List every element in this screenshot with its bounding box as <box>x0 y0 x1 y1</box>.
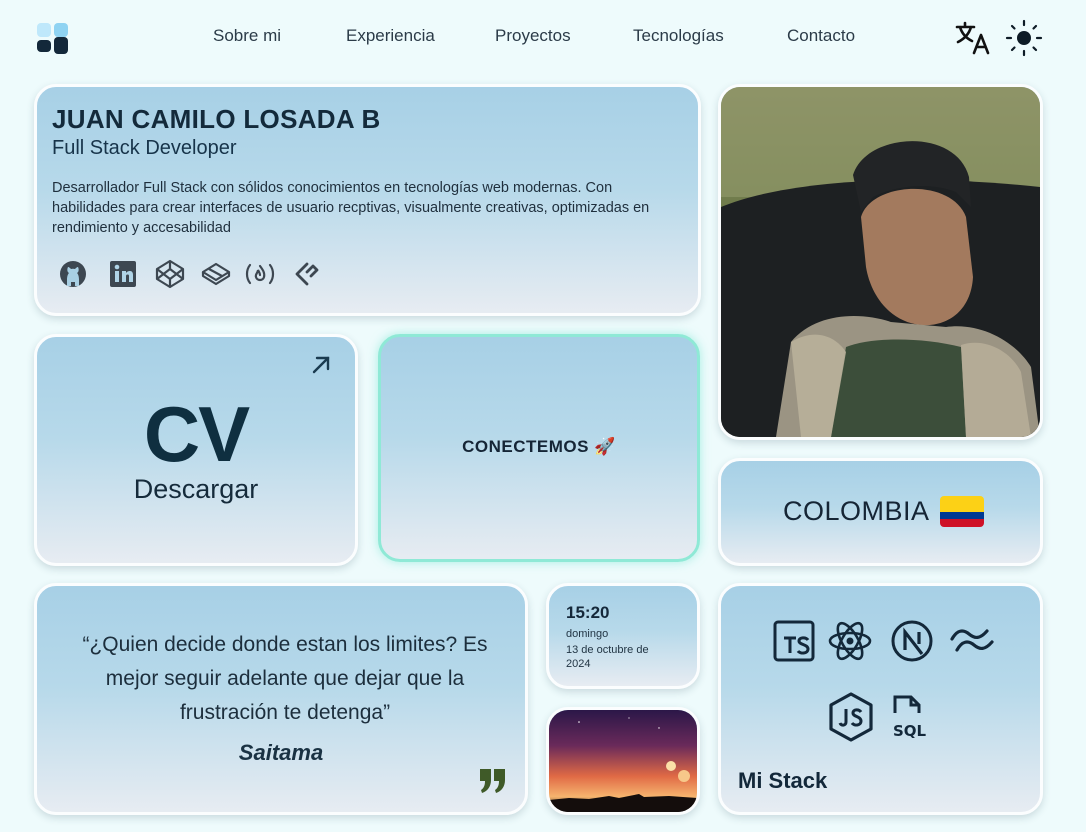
cv-title: CV <box>143 390 250 478</box>
stack-label: Mi Stack <box>738 768 828 793</box>
country-label: COLOMBIA <box>783 496 930 526</box>
quote-mark-icon <box>479 768 507 794</box>
sql-icon: SQL <box>891 693 937 740</box>
typescript-icon <box>771 618 817 664</box>
cv-download-label: Descargar <box>133 474 259 504</box>
country-card: COLOMBIA <box>718 458 1043 566</box>
frontend-mentor-icon[interactable] <box>289 258 321 290</box>
profile-card: JUAN CAMILO LOSADA B Full Stack Develope… <box>34 84 701 316</box>
quote-card: “¿Quien decide donde estan los limites? … <box>34 583 528 815</box>
nav-link-tecnologias[interactable]: Tecnologías <box>633 26 724 46</box>
github-icon[interactable] <box>57 258 89 290</box>
logo-icon[interactable] <box>37 23 68 54</box>
codepen-icon[interactable] <box>154 258 186 290</box>
clock-date: 13 de octubre de 2024 <box>566 644 649 670</box>
connect-label: CONECTEMOS 🚀 <box>462 437 616 456</box>
profile-photo-image <box>721 87 1040 437</box>
stack-card: SQL Mi Stack <box>718 583 1043 815</box>
sunset-image-card <box>546 707 700 815</box>
translate-icon[interactable] <box>954 19 992 57</box>
quote-text: “¿Quien decide donde estan los limites? … <box>82 633 488 724</box>
svg-text:SQL: SQL <box>893 722 927 739</box>
freecodecamp-icon[interactable] <box>243 258 275 290</box>
clock-day: domingo <box>566 628 609 640</box>
sunset-image <box>549 710 697 812</box>
nav-link-contacto[interactable]: Contacto <box>787 26 855 46</box>
codesandbox-icon[interactable] <box>200 258 232 290</box>
profile-photo <box>718 84 1043 440</box>
nav-link-proyectos[interactable]: Proyectos <box>495 26 571 46</box>
tailwind-icon <box>947 618 994 664</box>
react-icon <box>827 618 873 664</box>
arrow-up-right-icon <box>309 353 333 377</box>
nav-link-sobre-mi[interactable]: Sobre mi <box>213 26 281 46</box>
sun-icon[interactable] <box>1005 19 1043 57</box>
linkedin-icon[interactable] <box>107 258 139 290</box>
nextjs-icon <box>889 618 935 664</box>
clock-time: 15:20 <box>566 603 610 622</box>
nodejs-icon <box>826 691 873 742</box>
colombia-flag-icon <box>940 496 984 527</box>
quote-author: Saitama <box>238 740 324 765</box>
nav-link-experiencia[interactable]: Experiencia <box>346 26 435 46</box>
profile-name: JUAN CAMILO LOSADA B <box>52 104 381 134</box>
connect-card[interactable]: CONECTEMOS 🚀 <box>378 334 700 562</box>
cv-download-card[interactable]: CV Descargar <box>34 334 358 566</box>
top-navigation: Sobre mi Experiencia Proyectos Tecnologí… <box>0 0 1086 78</box>
profile-description: Desarrollador Full Stack con sólidos con… <box>52 180 650 236</box>
clock-card: 15:20 domingo 13 de octubre de 2024 <box>546 583 700 689</box>
profile-role: Full Stack Developer <box>52 137 237 159</box>
